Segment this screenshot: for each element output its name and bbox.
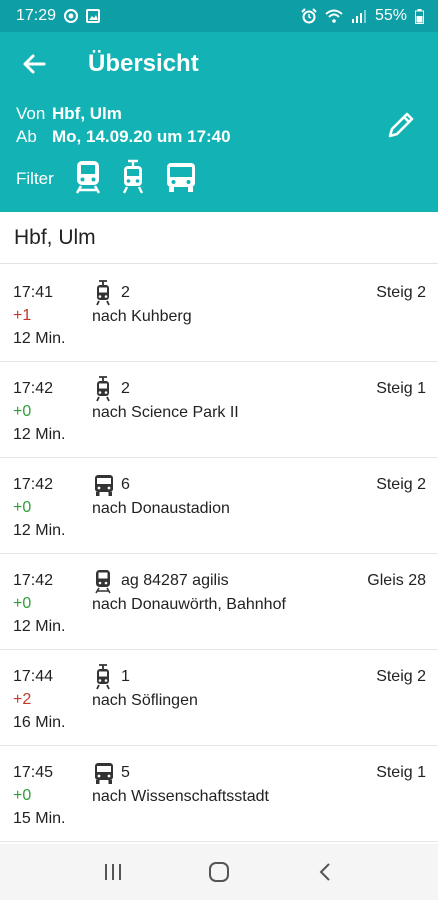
from-row: Von Hbf, Ulm [16,104,122,124]
departure-time: 17:42 [13,380,54,397]
minutes-until-departure: 15 Min. [13,810,66,827]
departure-time: 17:45 [13,764,54,781]
minutes-until-departure: 12 Min. [13,330,66,347]
tram-icon [93,376,113,402]
filter-label: Filter [16,169,54,188]
platform: Gleis 28 [367,572,426,589]
line-number: 1 [121,668,130,685]
from-value: Hbf, Ulm [52,104,122,123]
platform: Steig 1 [376,380,426,397]
delay: +2 [13,691,32,708]
minutes-until-departure: 16 Min. [13,714,66,731]
departure-row[interactable]: 17:42 +0 12 Min. ag 84287 agilis nach Donauw… [0,554,438,650]
departure-time: 17:41 [13,284,54,301]
page-title: Übersicht [88,50,199,77]
departure-label: Ab [16,127,37,146]
train-icon [93,568,113,594]
departure-time: 17:42 [13,572,54,589]
status-right: 55% [301,7,424,25]
from-label: Von [16,104,46,123]
home-icon[interactable] [199,852,239,892]
departure-value: Mo, 14.09.20 um 17:40 [52,127,231,146]
departure-row[interactable]: 17:42 +0 12 Min. 6 nach Donaustadion Steig 2 [0,458,438,554]
wifi-icon [325,9,343,23]
platform: Steig 1 [376,764,426,781]
line-number: 6 [121,476,130,493]
alarm-icon [301,8,317,24]
battery-icon [415,8,424,24]
delay: +0 [13,403,32,420]
departure-time: 17:44 [13,668,54,685]
departure-row[interactable]: 17:41 +1 12 Min. 2 nach Kuhberg Steig 2 [0,266,438,362]
destination: nach Donaustadion [92,500,230,517]
bus-icon [93,760,113,786]
destination: nach Kuhberg [92,308,192,325]
recent-apps-icon[interactable] [93,852,133,892]
line-number: 2 [121,380,130,397]
image-notification-icon [86,9,101,23]
destination: nach Söflingen [92,692,198,709]
destination: nach Wissenschaftsstadt [92,788,269,805]
app-notification-icon [64,9,79,23]
tram-icon [93,280,113,306]
status-bar: 17:29 55% [0,0,438,32]
station-name: Hbf, Ulm [0,212,438,264]
bus-icon[interactable] [164,159,198,195]
back-icon[interactable] [305,852,345,892]
minutes-until-departure: 12 Min. [13,618,66,635]
departure-row[interactable]: 17:45 +0 15 Min. 5 nach Wissenschaftsstadt St… [0,746,438,842]
line-number: ag 84287 agilis [121,572,229,589]
platform: Steig 2 [376,284,426,301]
line-number: 5 [121,764,130,781]
tram-icon[interactable] [117,159,149,195]
bus-icon [93,472,113,498]
departure-row: Ab Mo, 14.09.20 um 17:40 [16,127,231,147]
destination: nach Donauwörth, Bahnhof [92,596,286,613]
tram-icon [93,664,113,690]
minutes-until-departure: 12 Min. [13,522,66,539]
platform: Steig 2 [376,476,426,493]
platform: Steig 2 [376,668,426,685]
delay: +1 [13,307,32,324]
edit-pencil-icon[interactable] [384,108,418,142]
status-time: 17:29 [16,7,57,24]
signal-icon [351,10,366,23]
status-left: 17:29 [16,7,101,25]
departure-time: 17:42 [13,476,54,493]
delay: +0 [13,787,32,804]
departure-row[interactable]: 17:42 +0 12 Min. 2 nach Science Park II Steig… [0,362,438,458]
train-icon[interactable] [72,159,104,195]
delay: +0 [13,499,32,516]
departure-list: 17:41 +1 12 Min. 2 nach Kuhberg Steig 2 17:42 +… [0,266,438,842]
app-header: Übersicht Von Hbf, Ulm Ab Mo, 14.09.20 um … [0,32,438,212]
battery-percentage: 55% [374,7,407,24]
minutes-until-departure: 12 Min. [13,426,66,443]
system-nav-bar [0,844,438,900]
destination: nach Science Park II [92,404,239,421]
back-arrow-icon[interactable] [18,48,50,80]
line-number: 2 [121,284,130,301]
departure-row[interactable]: 17:44 +2 16 Min. 1 nach Söflingen Steig 2 [0,650,438,746]
delay: +0 [13,595,32,612]
